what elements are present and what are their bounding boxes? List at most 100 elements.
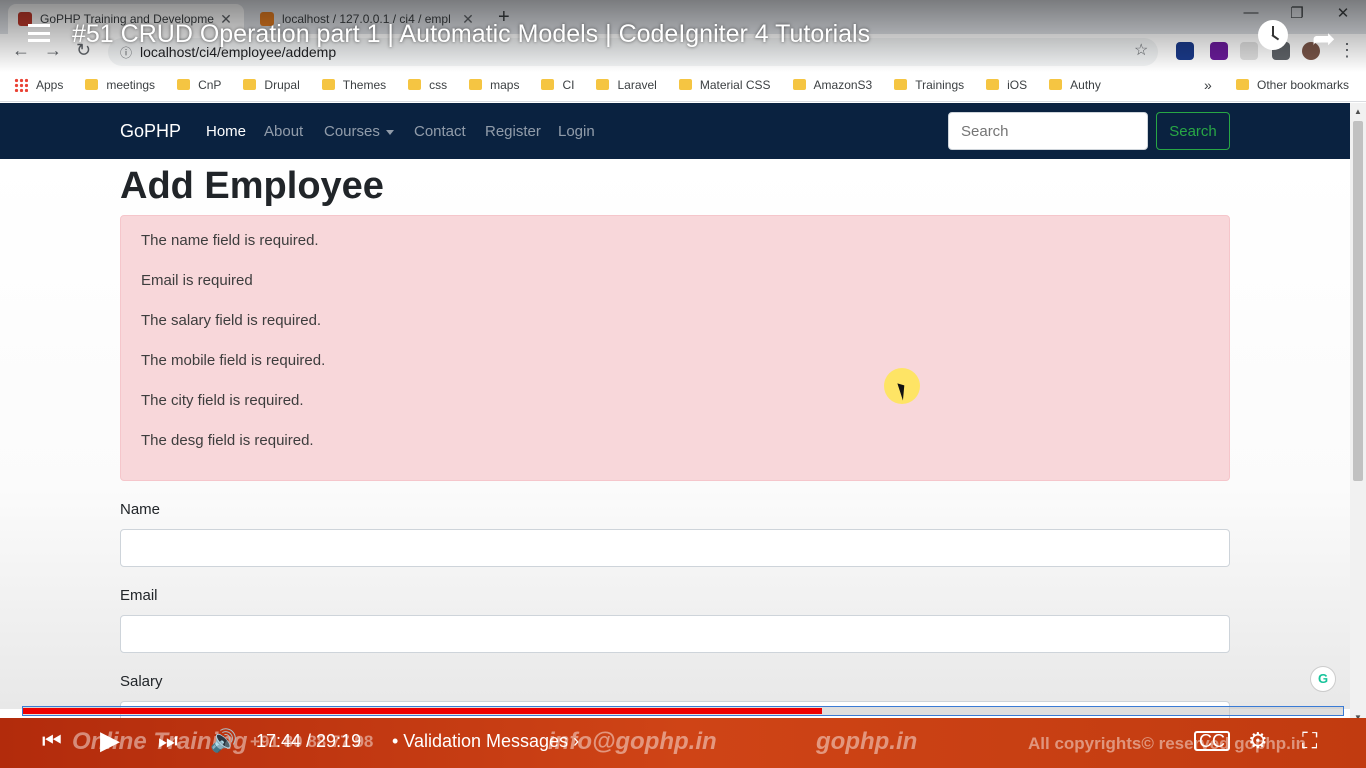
watermark-site: gophp.in xyxy=(816,728,918,755)
site-navbar: GoPHP Home About Courses Contact Registe… xyxy=(0,103,1350,159)
scroll-thumb[interactable] xyxy=(1353,121,1363,481)
minimize-icon[interactable]: — xyxy=(1238,4,1264,21)
bookmark-folder[interactable]: css xyxy=(408,78,447,92)
bookmark-label: Other bookmarks xyxy=(1257,77,1350,92)
bookmark-folder[interactable]: CnP xyxy=(177,78,221,92)
error-message: The desg field is required. xyxy=(141,432,314,449)
bookmark-label: CI xyxy=(562,77,575,92)
nav-contact[interactable]: Contact xyxy=(414,123,466,140)
scroll-up-icon[interactable]: ▲ xyxy=(1354,107,1362,116)
play-icon[interactable]: ▶ xyxy=(100,725,120,756)
nav-home[interactable]: Home xyxy=(206,123,246,140)
email-label: Email xyxy=(120,587,158,604)
video-time: 17:44 / 29:19 xyxy=(256,731,362,751)
folder-icon xyxy=(792,79,806,90)
exit-fullscreen-icon[interactable]: ⛶ xyxy=(1302,728,1317,754)
salary-label: Salary xyxy=(120,673,163,690)
bookmark-folder[interactable]: CI xyxy=(541,78,574,92)
bookmark-label: meetings xyxy=(106,77,156,92)
bookmark-folder[interactable]: meetings xyxy=(85,78,155,92)
folder-icon xyxy=(321,79,335,90)
forward-icon[interactable]: → xyxy=(44,40,62,61)
bookmark-folder[interactable]: Material CSS xyxy=(678,77,771,92)
bookmark-label: Drupal xyxy=(264,77,300,92)
bookmark-label: Authy xyxy=(1070,77,1101,92)
error-message: The city field is required. xyxy=(141,392,304,409)
bookmark-folder[interactable]: Trainings xyxy=(894,78,964,92)
bookmark-folder[interactable]: AmazonS3 xyxy=(792,77,873,92)
other-bookmarks[interactable]: Other bookmarks xyxy=(1236,78,1349,92)
bookmark-folder[interactable]: Laravel xyxy=(596,77,657,92)
page-scrollbar[interactable]: ▲ ▼ xyxy=(1350,103,1366,728)
validation-error-alert: The name field is required. Email is req… xyxy=(120,215,1230,481)
page-content: Add Employee The name field is required.… xyxy=(0,159,1350,739)
next-icon[interactable]: ⏭ xyxy=(158,728,178,754)
error-message: The mobile field is required. xyxy=(141,352,326,369)
email-field[interactable] xyxy=(120,615,1230,653)
settings-gear-icon[interactable]: ⚙ xyxy=(1248,728,1268,754)
extension-icon[interactable] xyxy=(1240,42,1258,60)
folder-icon xyxy=(894,79,908,90)
bookmark-label: CnP xyxy=(198,77,222,92)
bookmark-label: css xyxy=(429,77,448,92)
extension-icon[interactable] xyxy=(1176,42,1194,60)
bookmark-label: iOS xyxy=(1007,77,1028,92)
name-label: Name xyxy=(120,501,161,518)
bookmark-label: Themes xyxy=(342,77,387,92)
folder-icon xyxy=(1049,79,1063,90)
video-title[interactable]: #51 CRUD Operation part 1 | Automatic Mo… xyxy=(72,20,870,49)
bookmark-label: Apps xyxy=(36,77,64,92)
player-controls: Online Training +91 80 88 77 98 info@gop… xyxy=(0,718,1366,768)
nav-courses[interactable]: Courses xyxy=(324,123,394,140)
error-message: The salary field is required. xyxy=(141,312,322,329)
bookmark-label: Material CSS xyxy=(699,77,771,92)
bookmark-apps[interactable]: Apps xyxy=(14,77,64,92)
bookmark-label: maps xyxy=(490,77,520,92)
bookmark-folder[interactable]: Drupal xyxy=(243,77,300,92)
name-field[interactable] xyxy=(120,529,1230,567)
share-icon[interactable]: ➦ xyxy=(1312,22,1335,55)
back-icon[interactable]: ← xyxy=(12,40,30,61)
folder-icon xyxy=(408,79,422,90)
bookmark-folder[interactable]: iOS xyxy=(986,78,1027,92)
site-search-button[interactable]: Search xyxy=(1156,112,1230,150)
extension-icon[interactable] xyxy=(1210,42,1228,60)
bookmark-folder[interactable]: Authy xyxy=(1049,78,1101,92)
video-progress-fill xyxy=(23,708,822,714)
folder-icon xyxy=(1236,79,1249,90)
bookmark-star-icon[interactable]: ☆ xyxy=(1134,40,1148,60)
error-message: Email is required xyxy=(141,272,253,289)
folder-icon xyxy=(541,79,555,90)
restore-icon[interactable]: ❐ xyxy=(1284,4,1310,22)
apps-grid-icon xyxy=(14,77,28,92)
bookmark-folder[interactable]: Themes xyxy=(321,77,387,92)
bookmark-label: AmazonS3 xyxy=(813,77,873,92)
playlist-menu-icon[interactable] xyxy=(28,24,50,42)
site-brand[interactable]: GoPHP xyxy=(120,121,181,142)
chapter-title[interactable]: • Validation Messages › xyxy=(392,731,579,752)
nav-login[interactable]: Login xyxy=(558,123,595,140)
folder-icon xyxy=(243,79,257,90)
watch-later-icon[interactable] xyxy=(1258,20,1288,50)
folder-icon xyxy=(678,79,692,90)
close-window-icon[interactable]: ✕ xyxy=(1330,4,1356,22)
volume-icon[interactable]: 🔊 xyxy=(210,728,237,754)
folder-icon xyxy=(85,79,99,90)
folder-icon xyxy=(469,79,483,90)
nav-register[interactable]: Register xyxy=(485,123,541,140)
site-search-input[interactable] xyxy=(948,112,1148,150)
more-bookmarks-icon[interactable]: » xyxy=(1204,77,1212,93)
error-message: The name field is required. xyxy=(141,232,319,249)
nav-about[interactable]: About xyxy=(264,123,303,140)
captions-icon[interactable]: CC xyxy=(1194,731,1230,751)
bookmarks-bar: Apps meetings CnP Drupal Themes css maps… xyxy=(0,68,1366,102)
folder-icon xyxy=(177,79,191,90)
browser-menu-icon[interactable]: ⋮ xyxy=(1338,40,1356,61)
bookmark-label: Laravel xyxy=(617,77,657,92)
page-title: Add Employee xyxy=(120,165,384,207)
bookmark-folder[interactable]: maps xyxy=(469,78,519,92)
previous-icon[interactable]: ⏮ xyxy=(42,728,62,754)
video-progress-bar[interactable] xyxy=(22,706,1344,716)
folder-icon xyxy=(986,79,1000,90)
grammarly-icon[interactable]: G xyxy=(1310,666,1336,692)
